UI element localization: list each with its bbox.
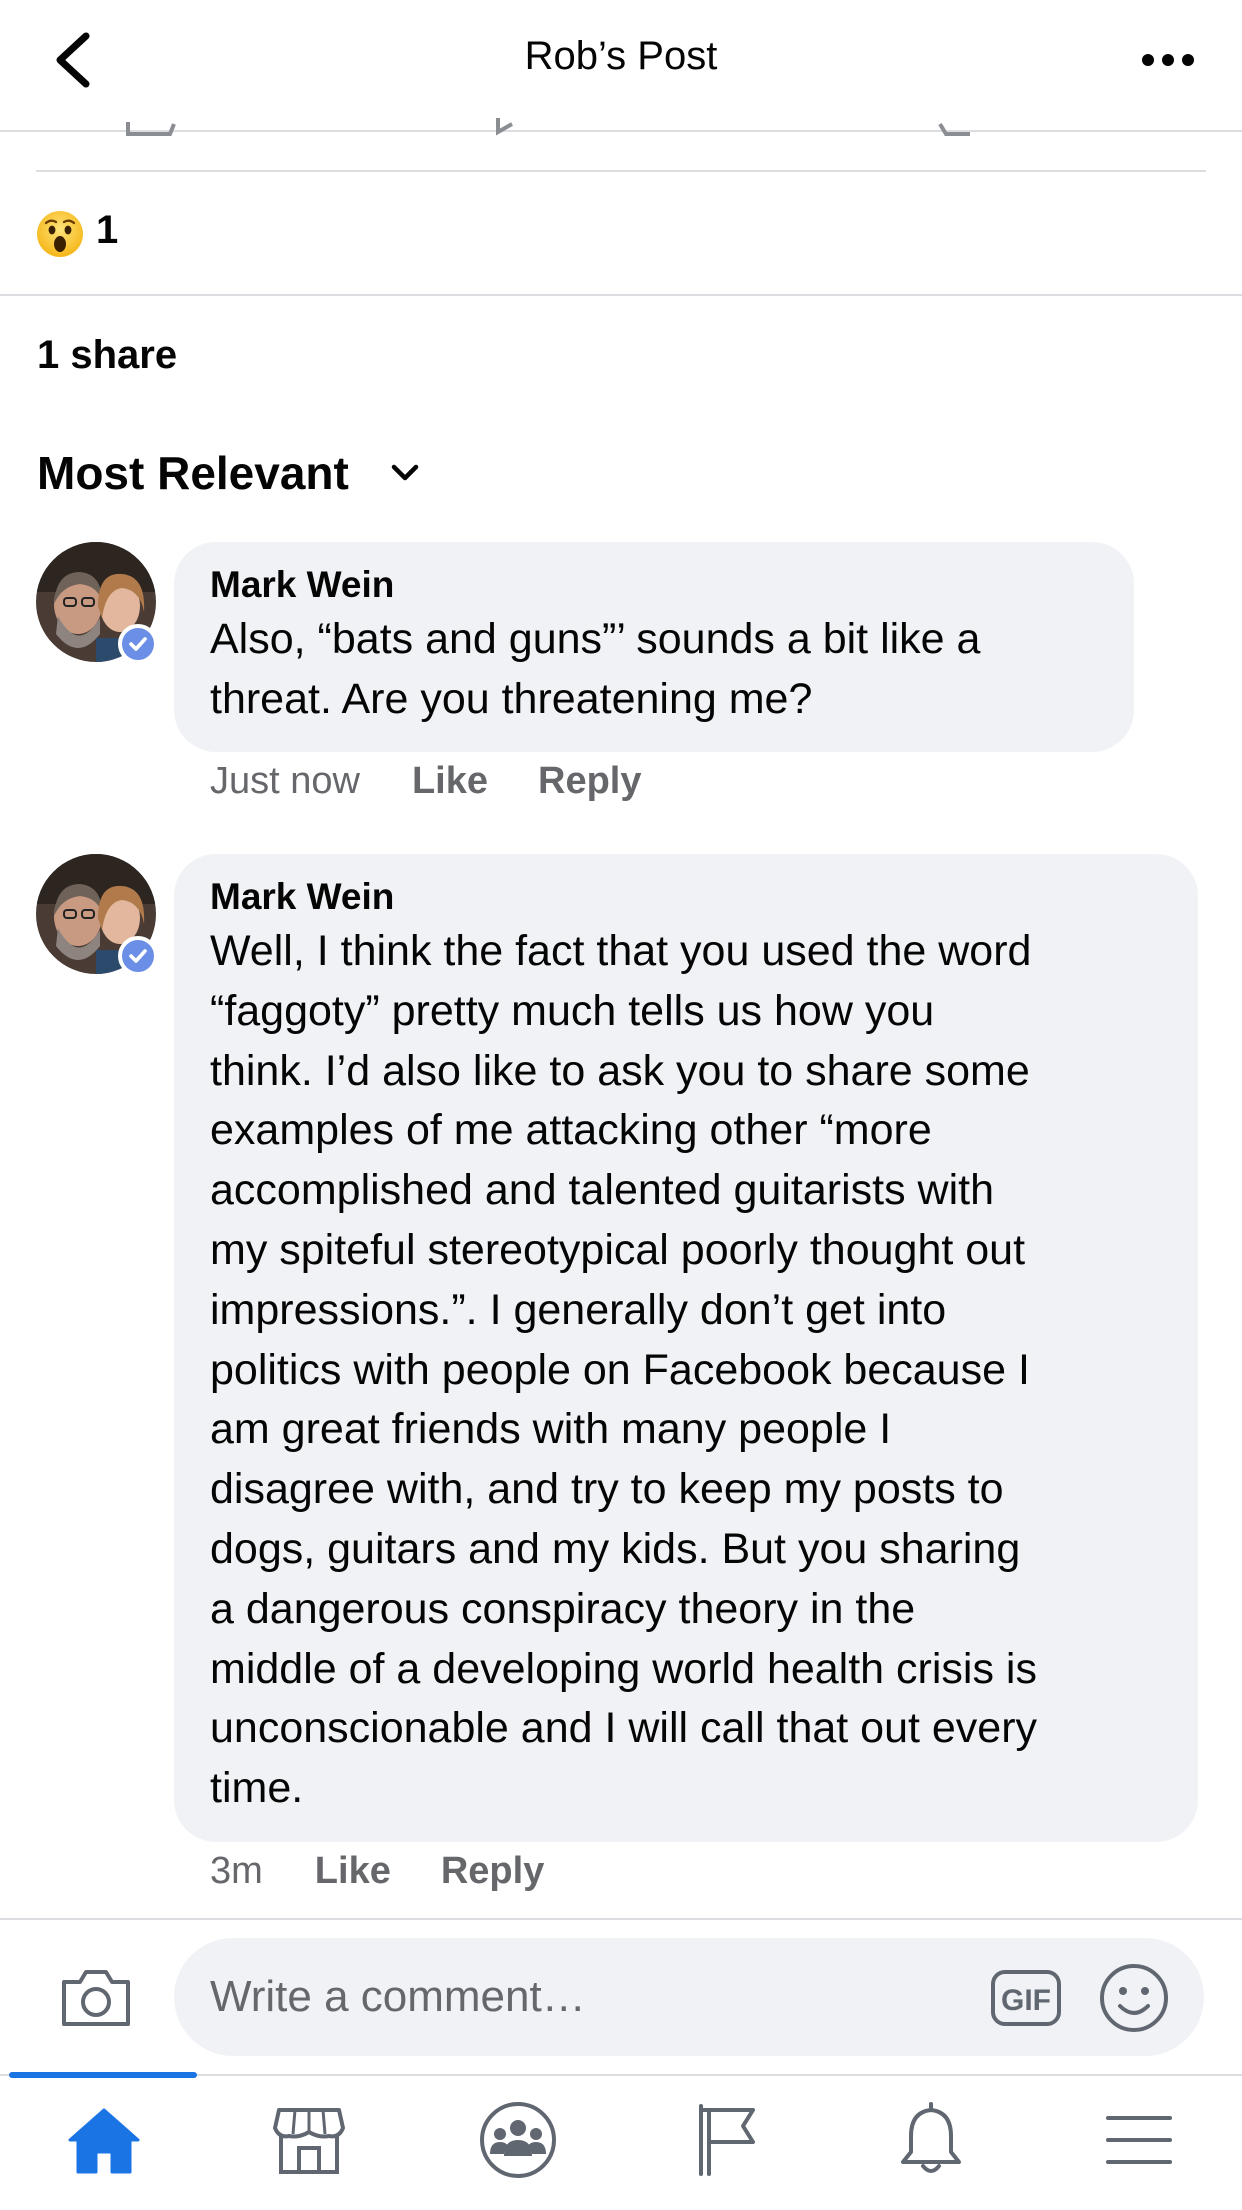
more-options-icon[interactable] — [1140, 38, 1196, 82]
reply-button[interactable]: Reply — [538, 760, 641, 802]
like-button[interactable]: Like — [315, 1850, 391, 1892]
active-tab-indicator — [9, 2072, 197, 2078]
comment-timestamp: Just now — [210, 760, 360, 802]
comment-author[interactable]: Mark Wein — [210, 562, 1098, 608]
comment-meta: Just now Like Reply — [210, 760, 642, 803]
post-action-row-partial — [126, 118, 970, 136]
reply-button[interactable]: Reply — [441, 1850, 544, 1892]
divider — [36, 170, 1206, 172]
tab-notifications[interactable] — [881, 2094, 981, 2186]
verified-badge-icon — [118, 624, 158, 664]
gif-label: GIF — [1001, 1984, 1051, 2017]
chevron-down-icon[interactable] — [388, 456, 422, 490]
tab-pages[interactable] — [676, 2094, 776, 2186]
comment-text: Also, “bats and guns”’ sounds a bit like… — [210, 615, 981, 723]
bottom-tab-bar — [0, 2074, 1242, 2210]
bell-icon — [901, 2102, 961, 2173]
comment-bubble[interactable]: Mark Wein Also, “bats and guns”’ sounds … — [174, 542, 1134, 752]
comment-bubble[interactable]: Mark Wein Well, I think the fact that yo… — [174, 854, 1198, 1842]
comment-sort-selector[interactable]: Most Relevant — [37, 446, 349, 500]
wow-emoji-icon[interactable] — [36, 210, 84, 258]
groups-icon — [480, 2102, 556, 2178]
menu-icon — [1106, 2116, 1172, 2164]
gif-icon: GIF — [991, 1970, 1061, 2026]
page-title: Rob’s Post — [524, 34, 718, 78]
divider — [0, 1918, 1242, 1920]
gif-button[interactable]: GIF — [990, 1966, 1062, 2030]
comment-author[interactable]: Mark Wein — [210, 874, 1162, 920]
comment-text: Well, I think the fact that you used the… — [210, 927, 1038, 1813]
marketplace-icon — [273, 2108, 345, 2174]
tab-marketplace[interactable] — [259, 2094, 359, 2186]
verified-badge-icon — [118, 936, 158, 976]
emoji-icon[interactable] — [1098, 1962, 1170, 2034]
reaction-count[interactable]: 1 — [96, 208, 118, 253]
comment-timestamp: 3m — [210, 1850, 263, 1892]
home-icon — [68, 2108, 140, 2174]
flag-icon — [699, 2104, 755, 2176]
camera-icon[interactable] — [58, 1966, 134, 2030]
like-button[interactable]: Like — [412, 760, 488, 802]
comment-meta: 3m Like Reply — [210, 1850, 544, 1893]
divider — [0, 294, 1242, 296]
tab-home[interactable] — [54, 2094, 154, 2186]
tab-menu[interactable] — [1089, 2094, 1189, 2186]
tab-groups[interactable] — [468, 2094, 568, 2186]
share-count[interactable]: 1 share — [37, 333, 177, 378]
